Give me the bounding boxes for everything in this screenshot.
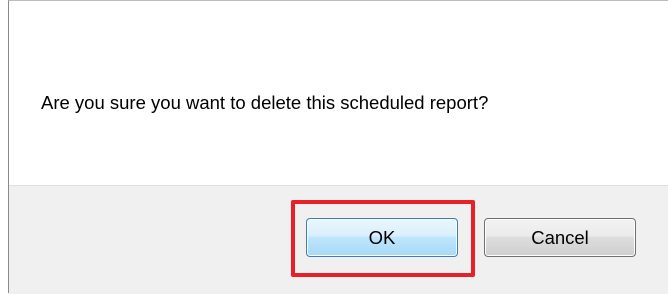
dialog-button-bar: OK Cancel bbox=[9, 185, 668, 294]
ok-button[interactable]: OK bbox=[306, 218, 458, 257]
dialog-message-area: Are you sure you want to delete this sch… bbox=[9, 1, 668, 185]
confirm-delete-dialog: Are you sure you want to delete this sch… bbox=[8, 0, 668, 294]
cancel-button[interactable]: Cancel bbox=[484, 218, 636, 257]
dialog-message: Are you sure you want to delete this sch… bbox=[41, 92, 489, 113]
